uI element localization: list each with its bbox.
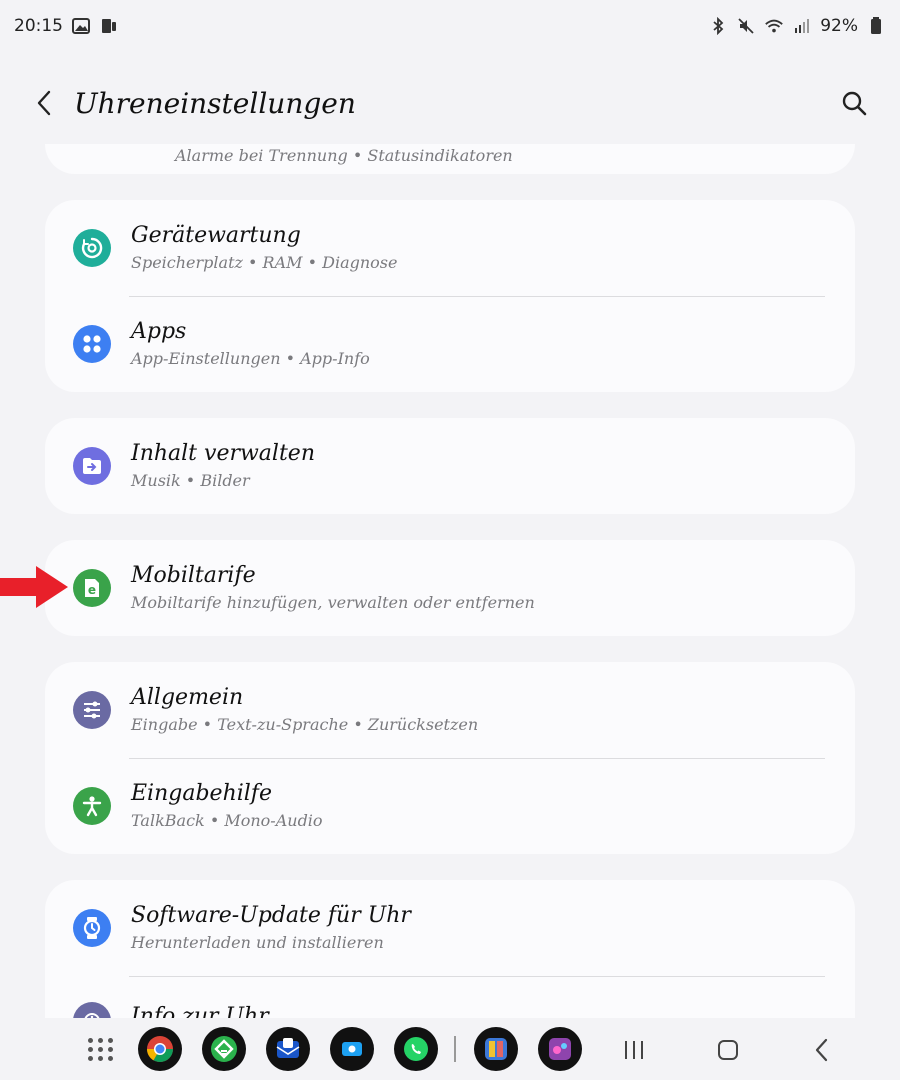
tv-app-icon[interactable] [330, 1027, 374, 1071]
battery-icon [866, 16, 886, 36]
item-subtitle: Herunterladen und installieren [131, 933, 384, 952]
apps-icon [73, 325, 111, 363]
status-time: 20:15 [14, 16, 63, 36]
settings-card-partial: Alarme bei Trennung • Statusindikatoren [45, 144, 855, 174]
software-update-icon [73, 909, 111, 947]
settings-item-apps[interactable]: Apps App-Einstellungen • App-Info [45, 296, 855, 392]
settings-item-device-care[interactable]: Gerätewartung Speicherplatz • RAM • Diag… [45, 200, 855, 296]
accessibility-icon [73, 787, 111, 825]
taskbar [0, 1018, 900, 1080]
annotation-arrow-icon [0, 566, 68, 608]
item-title: Gerätewartung [131, 223, 301, 248]
whatsapp-app-icon[interactable] [394, 1027, 438, 1071]
page-title: Uhreneinstellungen [74, 86, 356, 120]
status-bar: 20:15 92% [0, 0, 900, 52]
settings-item-partial[interactable]: Alarme bei Trennung • Statusindikatoren [45, 144, 855, 174]
bluetooth-icon [708, 16, 728, 36]
header: Uhreneinstellungen [0, 70, 900, 136]
settings-card-content: Inhalt verwalten Musik • Bilder [45, 418, 855, 514]
recent-app-2-icon[interactable] [538, 1027, 582, 1071]
home-button[interactable] [708, 1030, 748, 1070]
item-title: Software-Update für Uhr [131, 903, 411, 928]
recent-apps-button[interactable] [614, 1030, 654, 1070]
watch-info-icon [73, 1002, 111, 1018]
item-title: Apps [131, 319, 187, 344]
mute-icon [736, 16, 756, 36]
item-subtitle: Alarme bei Trennung • Statusindikatoren [175, 146, 513, 165]
item-title: Inhalt verwalten [131, 441, 315, 466]
back-arrow-icon [37, 90, 51, 116]
settings-item-manage-content[interactable]: Inhalt verwalten Musik • Bilder [45, 418, 855, 514]
gallery-notification-icon [71, 16, 91, 36]
mail-app-icon[interactable] [266, 1027, 310, 1071]
settings-item-accessibility[interactable]: Eingabehilfe TalkBack • Mono-Audio [45, 758, 855, 854]
settings-item-software-update[interactable]: Software-Update für Uhr Herunterladen un… [45, 880, 855, 976]
device-notification-icon [99, 16, 119, 36]
device-care-icon [73, 229, 111, 267]
item-subtitle: App-Einstellungen • App-Info [131, 349, 370, 368]
recents-icon [625, 1041, 643, 1059]
search-button[interactable] [832, 81, 876, 125]
app-drawer-button[interactable] [86, 1034, 116, 1064]
item-subtitle: Musik • Bilder [131, 471, 250, 490]
search-icon [842, 91, 867, 116]
svg-text:e: e [88, 583, 96, 597]
item-title: Info zur Uhr [131, 1004, 269, 1018]
item-subtitle: TalkBack • Mono-Audio [131, 811, 323, 830]
settings-card-mobile-plans: e Mobiltarife Mobiltarife hinzufügen, ve… [45, 540, 855, 636]
nav-back-icon [815, 1038, 828, 1062]
item-subtitle: Eingabe • Text-zu-Sprache • Zurücksetzen [131, 715, 479, 734]
sliders-icon [73, 691, 111, 729]
chrome-app-icon[interactable] [138, 1027, 182, 1071]
settings-item-mobile-plans[interactable]: e Mobiltarife Mobiltarife hinzufügen, ve… [45, 540, 855, 636]
item-subtitle: Speicherplatz • RAM • Diagnose [131, 253, 398, 272]
back-button[interactable] [24, 83, 64, 123]
status-left: 20:15 [14, 16, 119, 36]
settings-card-software: Software-Update für Uhr Herunterladen un… [45, 880, 855, 1018]
status-right: 92% [708, 16, 886, 36]
feedly-app-icon[interactable] [202, 1027, 246, 1071]
wifi-icon [764, 16, 784, 36]
settings-list[interactable]: Alarme bei Trennung • Statusindikatoren … [0, 144, 900, 1018]
nav-back-button[interactable] [802, 1030, 842, 1070]
settings-item-general[interactable]: Allgemein Eingabe • Text-zu-Sprache • Zu… [45, 662, 855, 758]
folder-transfer-icon [73, 447, 111, 485]
recent-app-1-icon[interactable] [474, 1027, 518, 1071]
settings-item-about-watch[interactable]: Info zur Uhr [45, 976, 855, 1018]
item-title: Eingabehilfe [131, 781, 272, 806]
item-title: Allgemein [131, 685, 244, 710]
settings-card-maintenance: Gerätewartung Speicherplatz • RAM • Diag… [45, 200, 855, 392]
signal-icon [792, 16, 812, 36]
settings-card-general: Allgemein Eingabe • Text-zu-Sprache • Zu… [45, 662, 855, 854]
esim-icon: e [73, 569, 111, 607]
item-subtitle: Mobiltarife hinzufügen, verwalten oder e… [131, 593, 535, 612]
item-title: Mobiltarife [131, 563, 256, 588]
battery-level: 92% [820, 16, 858, 36]
home-icon [718, 1040, 738, 1060]
dock-separator [454, 1036, 456, 1062]
